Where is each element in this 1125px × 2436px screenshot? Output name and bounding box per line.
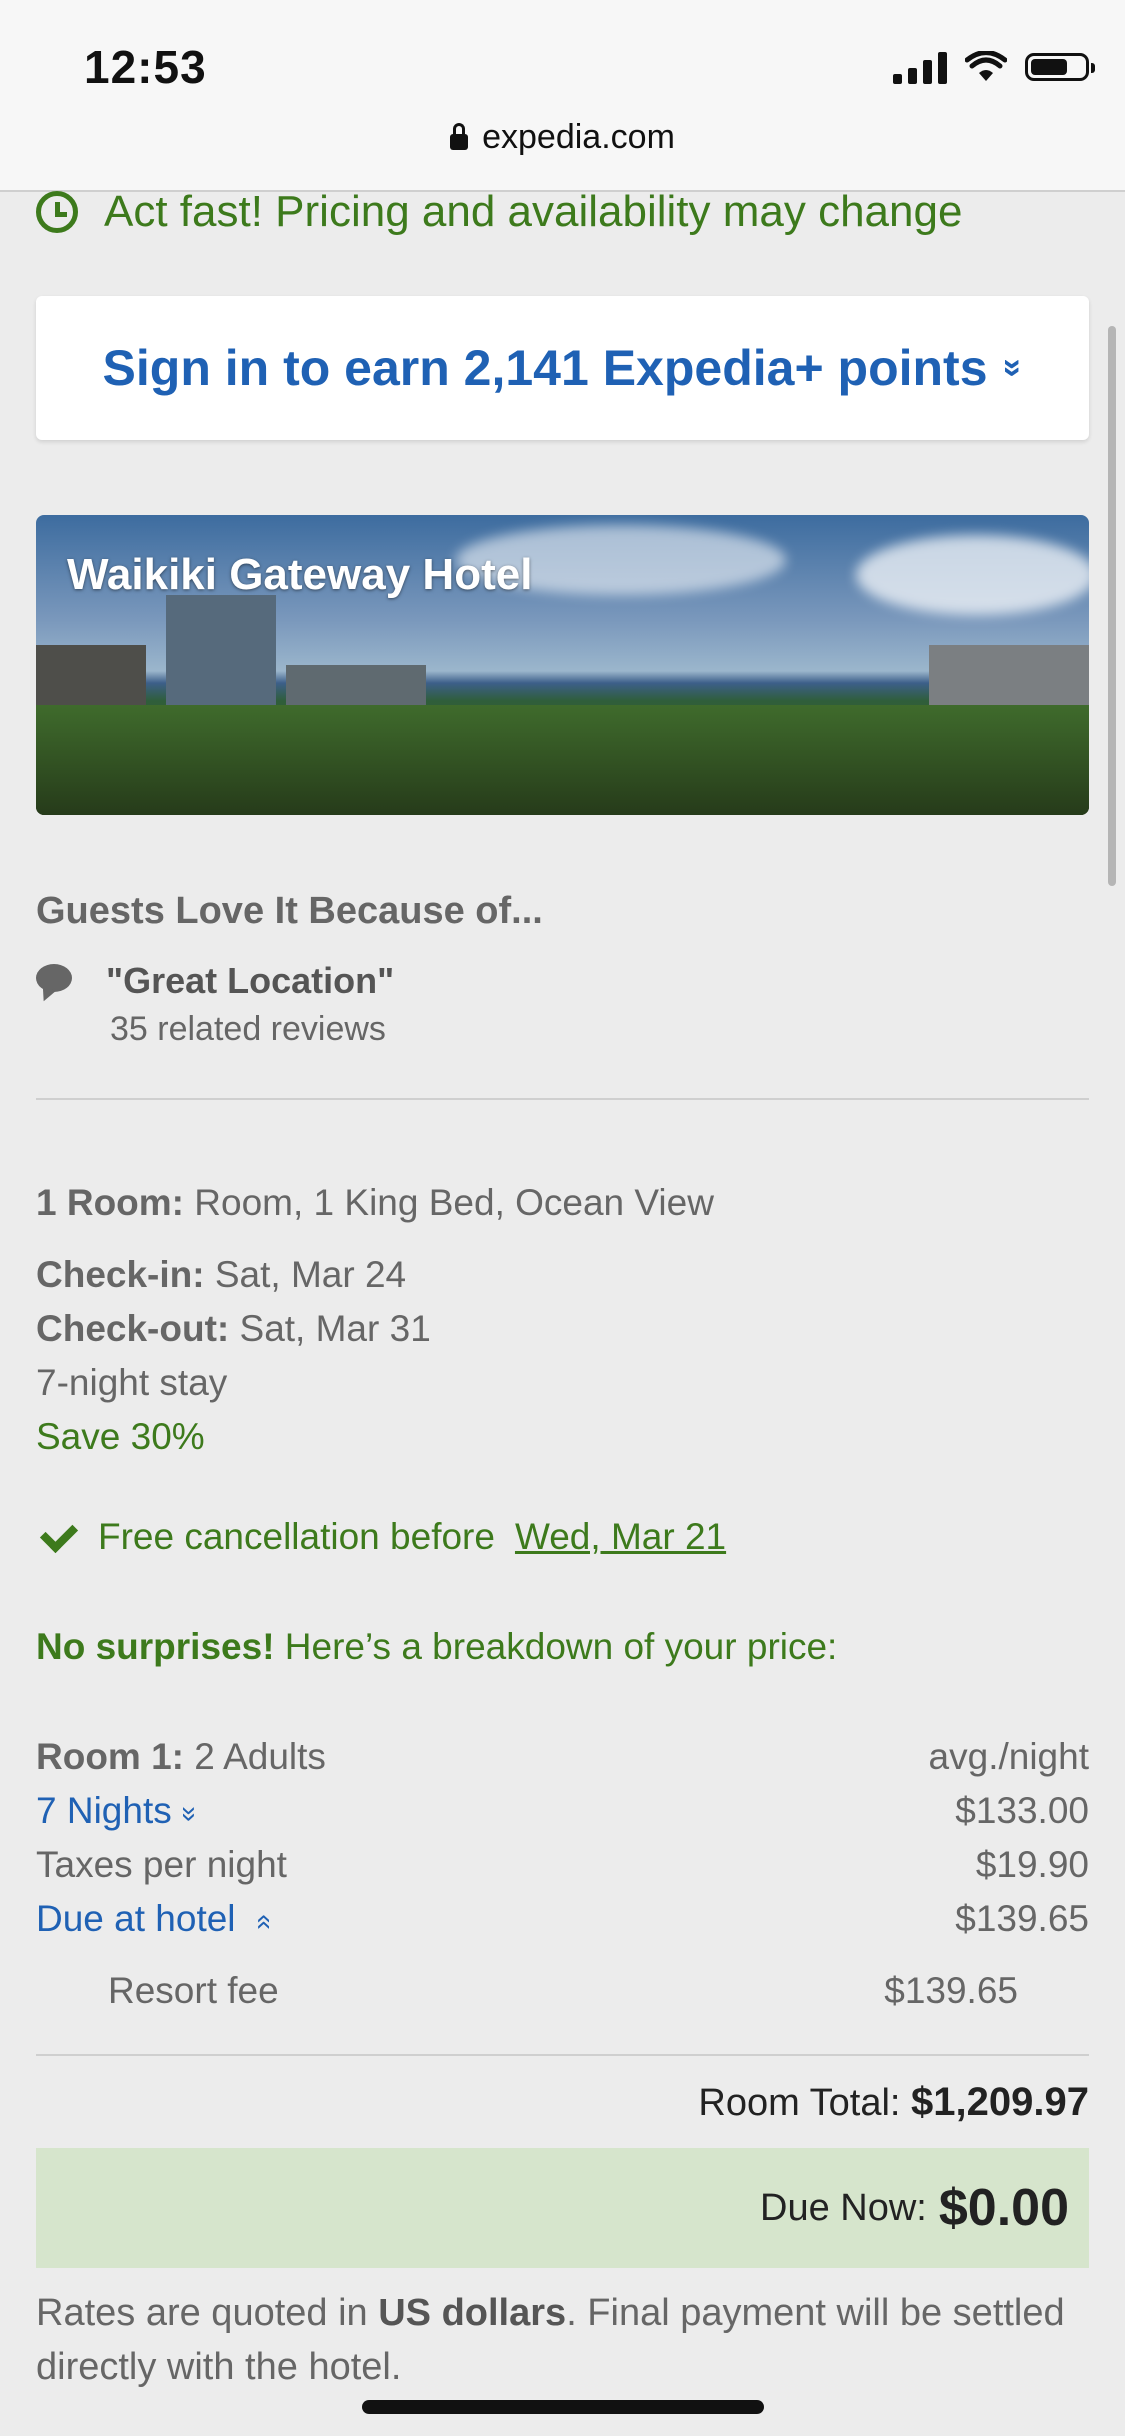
room-summary: 1 Room: Room, 1 King Bed, Ocean View bbox=[36, 1182, 714, 1224]
stay-length: 7-night stay bbox=[36, 1362, 228, 1403]
clock-icon bbox=[36, 191, 78, 233]
divider bbox=[36, 2054, 1089, 2056]
no-surprises-label: No surprises! bbox=[36, 1626, 275, 1667]
checkin-value: Sat, Mar 24 bbox=[214, 1254, 407, 1295]
free-cancellation: Free cancellation before Wed, Mar 21 bbox=[36, 1516, 726, 1558]
home-indicator[interactable] bbox=[362, 2400, 764, 2414]
nights-price: $133.00 bbox=[955, 1790, 1089, 1831]
room-number-label: Room 1: bbox=[36, 1736, 184, 1777]
speech-bubble-icon bbox=[36, 964, 72, 992]
resort-fee-price: $139.65 bbox=[884, 1970, 1018, 2011]
chevron-down-icon: » bbox=[993, 358, 1032, 378]
url-bar[interactable]: expedia.com bbox=[0, 118, 1125, 157]
chevron-down-icon: » bbox=[174, 1806, 206, 1822]
rates-note: Rates are quoted in US dollars. Final pa… bbox=[36, 2286, 1089, 2394]
taxes-label: Taxes per night bbox=[36, 1844, 287, 1885]
divider bbox=[36, 1098, 1089, 1100]
pricing-alert: Act fast! Pricing and availability may c… bbox=[36, 187, 963, 236]
savings-text: Save 30% bbox=[36, 1416, 205, 1457]
hotel-hero-image: Waikiki Gateway Hotel bbox=[36, 515, 1089, 815]
chevron-up-icon: » bbox=[245, 1914, 277, 1930]
checkout-label: Check-out: bbox=[36, 1308, 230, 1349]
due-at-hotel-price: $139.65 bbox=[955, 1898, 1089, 1939]
breakdown-intro: Here’s a breakdown of your price: bbox=[284, 1626, 838, 1667]
nights-toggle[interactable]: 7 Nights» bbox=[36, 1790, 206, 1832]
cancellation-text: Free cancellation before bbox=[98, 1516, 495, 1557]
checkin-label: Check-in: bbox=[36, 1254, 205, 1295]
due-at-hotel-row: Due at hotel » $139.65 bbox=[36, 1898, 1089, 1940]
signin-points-button[interactable]: Sign in to earn 2,141 Expedia+ points » bbox=[36, 296, 1089, 440]
lock-icon bbox=[450, 123, 469, 150]
due-at-hotel-label: Due at hotel bbox=[36, 1898, 236, 1939]
battery-icon bbox=[1025, 53, 1095, 81]
related-reviews: 35 related reviews bbox=[110, 1010, 386, 1048]
status-time: 12:53 bbox=[84, 41, 207, 93]
status-icons bbox=[893, 50, 1095, 84]
checkout-line: Check-out: Sat, Mar 31 bbox=[36, 1308, 431, 1350]
signin-label: Sign in to earn 2,141 Expedia+ points bbox=[102, 340, 988, 396]
wifi-icon bbox=[965, 51, 1007, 81]
hotel-name: Waikiki Gateway Hotel bbox=[67, 550, 533, 599]
url-text: expedia.com bbox=[482, 118, 675, 156]
checkin-line: Check-in: Sat, Mar 24 bbox=[36, 1254, 406, 1296]
occupancy-value: 2 Adults bbox=[194, 1736, 326, 1777]
room-label: 1 Room: bbox=[36, 1182, 184, 1223]
taxes-row: Taxes per night $19.90 bbox=[36, 1844, 1089, 1886]
room-occupancy-row: Room 1: 2 Adults avg./night bbox=[36, 1736, 1089, 1778]
rates-prefix: Rates are quoted in bbox=[36, 2292, 368, 2334]
guests-love-title: Guests Love It Because of... bbox=[36, 890, 543, 932]
nights-row: 7 Nights» $133.00 bbox=[36, 1790, 1089, 1832]
resort-fee-label: Resort fee bbox=[108, 1970, 279, 2011]
signal-icon bbox=[893, 50, 947, 84]
due-now-label: Due Now: bbox=[760, 2186, 927, 2229]
status-bar: 12:53 expedia.com bbox=[0, 0, 1125, 192]
currency-name: US dollars bbox=[378, 2292, 567, 2334]
room-value: Room, 1 King Bed, Ocean View bbox=[194, 1182, 714, 1223]
price-breakdown-heading: No surprises! Here’s a breakdown of your… bbox=[36, 1626, 837, 1668]
room-total-value: $1,209.97 bbox=[911, 2080, 1089, 2124]
room-total: Room Total: $1,209.97 bbox=[698, 2080, 1089, 2125]
taxes-price: $19.90 bbox=[975, 1844, 1089, 1885]
due-now-banner: Due Now: $0.00 bbox=[36, 2148, 1089, 2268]
checkout-value: Sat, Mar 31 bbox=[239, 1308, 431, 1349]
checkmark-icon bbox=[36, 1518, 74, 1556]
room-total-label: Room Total: bbox=[698, 2082, 901, 2124]
guest-quote: "Great Location" bbox=[106, 960, 395, 1001]
resort-fee-row: Resort fee $139.65 bbox=[108, 1970, 1018, 2012]
due-now-value: $0.00 bbox=[938, 2179, 1069, 2237]
nights-label: 7 Nights bbox=[36, 1790, 172, 1831]
alert-text: Act fast! Pricing and availability may c… bbox=[104, 187, 963, 236]
avg-night-label: avg./night bbox=[928, 1736, 1089, 1777]
cancellation-date-link[interactable]: Wed, Mar 21 bbox=[515, 1516, 726, 1558]
scrollbar[interactable] bbox=[1108, 326, 1116, 886]
guest-quote-row: "Great Location" bbox=[36, 960, 394, 1002]
due-at-hotel-toggle[interactable]: Due at hotel » bbox=[36, 1898, 276, 1940]
